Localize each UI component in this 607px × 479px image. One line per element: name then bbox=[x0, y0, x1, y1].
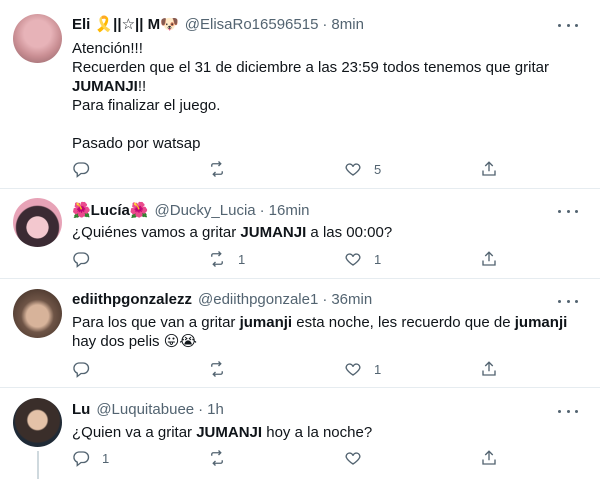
user-handle[interactable]: @ediithpgonzale1 bbox=[198, 291, 318, 308]
tweet-line: Para los que van a gritar jumanji esta n… bbox=[72, 313, 582, 332]
tweet-header: ediithpgonzalezz @ediithpgonzale1 · 36mi… bbox=[72, 291, 372, 308]
like-button[interactable]: 1 bbox=[344, 360, 381, 378]
share-button[interactable] bbox=[480, 449, 498, 467]
avatar[interactable] bbox=[13, 289, 62, 338]
retweet-icon bbox=[211, 251, 223, 267]
reply-icon bbox=[73, 362, 90, 378]
retweet-button[interactable] bbox=[208, 360, 238, 378]
share-button[interactable] bbox=[480, 250, 498, 268]
like-button[interactable]: 1 bbox=[344, 250, 381, 268]
user-handle[interactable]: @ElisaRo16596515 bbox=[185, 16, 319, 33]
tweet-line-rest: !! bbox=[137, 78, 147, 95]
tweet-text: Atención!!! Recuerden que el 31 de dicie… bbox=[72, 39, 582, 153]
tweet-text: ¿Quiénes vamos a gritar JUMANJI a las 00… bbox=[72, 223, 582, 242]
more-options-icon[interactable] bbox=[558, 18, 578, 32]
display-name[interactable]: 🌺Lucía🌺 bbox=[72, 201, 149, 219]
share-icon bbox=[482, 161, 496, 176]
tweet-text-part: hoy a la noche? bbox=[262, 424, 373, 441]
like-count: 5 bbox=[374, 161, 382, 177]
tweet-card[interactable]: 🌺Lucía🌺 @Ducky_Lucia · 16min ¿Quiénes va… bbox=[0, 189, 600, 277]
tweet-header: Lu @Luquitabuee · 1h bbox=[72, 401, 224, 418]
user-handle[interactable]: @Luquitabuee bbox=[96, 401, 194, 418]
like-count: 1 bbox=[374, 251, 382, 267]
share-icon bbox=[482, 450, 496, 465]
share-button[interactable] bbox=[480, 160, 498, 178]
keyword-highlight: jumanji bbox=[514, 314, 568, 331]
keyword-highlight: JUMANJI bbox=[196, 424, 263, 441]
more-options-icon[interactable] bbox=[558, 294, 578, 308]
tweet-text-part: ¿Quiénes vamos a gritar bbox=[72, 224, 241, 241]
like-button[interactable]: 5 bbox=[344, 160, 381, 178]
retweet-button[interactable] bbox=[208, 160, 238, 178]
tweet-line: Pasado por watsap bbox=[72, 135, 201, 152]
tweet-text: Para los que van a gritar jumanji esta n… bbox=[72, 313, 582, 351]
tweet-line: hay dos pelis 😛😭 bbox=[72, 332, 582, 351]
tweet-header: Eli 🎗️||☆|| M🐶 @ElisaRo16596515 · 8min bbox=[72, 15, 364, 34]
tweet-actions: 1 1 bbox=[72, 250, 512, 272]
keyword-highlight: jumanji bbox=[239, 314, 293, 331]
reply-button[interactable]: 1 bbox=[72, 449, 109, 467]
tweet-line: JUMANJI!! bbox=[72, 77, 582, 96]
tweet-actions: 1 bbox=[72, 360, 512, 382]
reply-icon bbox=[73, 451, 90, 467]
tweet-card[interactable]: Lu @Luquitabuee · 1h ¿Quien va a gritar … bbox=[0, 388, 600, 479]
heart-icon bbox=[345, 253, 361, 266]
timestamp[interactable]: 16min bbox=[269, 202, 310, 219]
retweet-icon bbox=[211, 161, 223, 177]
tweet-text-part: ¿Quien va a gritar bbox=[72, 424, 197, 441]
display-name[interactable]: ediithpgonzalezz bbox=[72, 291, 192, 308]
timestamp[interactable]: 36min bbox=[331, 291, 372, 308]
reply-button[interactable] bbox=[72, 250, 102, 268]
retweet-button[interactable] bbox=[208, 449, 238, 467]
tweet-text-part: hay dos pelis 😛😭 bbox=[72, 333, 197, 350]
tweet-text: ¿Quien va a gritar JUMANJI hoy a la noch… bbox=[72, 423, 582, 442]
tweet-text-part: esta noche, les recuerdo que de bbox=[292, 314, 515, 331]
retweet-button[interactable]: 1 bbox=[208, 250, 245, 268]
avatar[interactable] bbox=[13, 398, 62, 447]
share-icon bbox=[482, 251, 496, 266]
avatar[interactable] bbox=[13, 198, 62, 247]
tweet-line bbox=[72, 115, 582, 134]
avatar[interactable] bbox=[13, 14, 62, 63]
reply-icon bbox=[73, 252, 90, 268]
share-icon bbox=[482, 361, 496, 376]
separator: · bbox=[322, 291, 328, 308]
tweet-line: Para finalizar el juego. bbox=[72, 97, 221, 114]
separator: · bbox=[322, 15, 328, 33]
timestamp[interactable]: 8min bbox=[331, 16, 364, 33]
tweet-card[interactable]: Eli 🎗️||☆|| M🐶 @ElisaRo16596515 · 8min A… bbox=[0, 0, 600, 188]
reply-button[interactable] bbox=[72, 160, 102, 178]
thread-line bbox=[37, 451, 39, 479]
heart-icon bbox=[345, 363, 361, 376]
timestamp[interactable]: 1h bbox=[207, 401, 224, 418]
tweet-header: 🌺Lucía🌺 @Ducky_Lucia · 16min bbox=[72, 201, 310, 220]
reply-count: 1 bbox=[102, 450, 110, 466]
display-name[interactable]: Lu bbox=[72, 401, 90, 418]
tweet-actions: 5 bbox=[72, 160, 512, 182]
share-button[interactable] bbox=[480, 360, 498, 378]
retweet-icon bbox=[211, 361, 223, 377]
tweet-actions: 1 bbox=[72, 449, 512, 471]
keyword-highlight: JUMANJI bbox=[240, 224, 307, 241]
display-name[interactable]: Eli 🎗️||☆|| M🐶 bbox=[72, 15, 179, 33]
more-options-icon[interactable] bbox=[558, 404, 578, 418]
reply-button[interactable] bbox=[72, 360, 102, 378]
keyword-highlight: JUMANJI bbox=[72, 78, 138, 95]
tweet-card[interactable]: ediithpgonzalezz @ediithpgonzale1 · 36mi… bbox=[0, 279, 600, 387]
like-button[interactable] bbox=[344, 449, 374, 467]
heart-icon bbox=[345, 163, 361, 176]
user-handle[interactable]: @Ducky_Lucia bbox=[155, 202, 256, 219]
separator: · bbox=[198, 401, 204, 418]
tweet-line: Atención!!! bbox=[72, 40, 143, 57]
like-count: 1 bbox=[374, 361, 382, 377]
tweet-text-part: a las 00:00? bbox=[306, 224, 393, 241]
retweet-count: 1 bbox=[238, 251, 246, 267]
tweet-line: Recuerden que el 31 de diciembre a las 2… bbox=[72, 59, 549, 76]
heart-icon bbox=[345, 452, 361, 465]
separator: · bbox=[259, 201, 265, 219]
tweet-text-part: Para los que van a gritar bbox=[72, 314, 240, 331]
more-options-icon[interactable] bbox=[558, 204, 578, 218]
retweet-icon bbox=[211, 450, 223, 466]
reply-icon bbox=[73, 162, 90, 178]
